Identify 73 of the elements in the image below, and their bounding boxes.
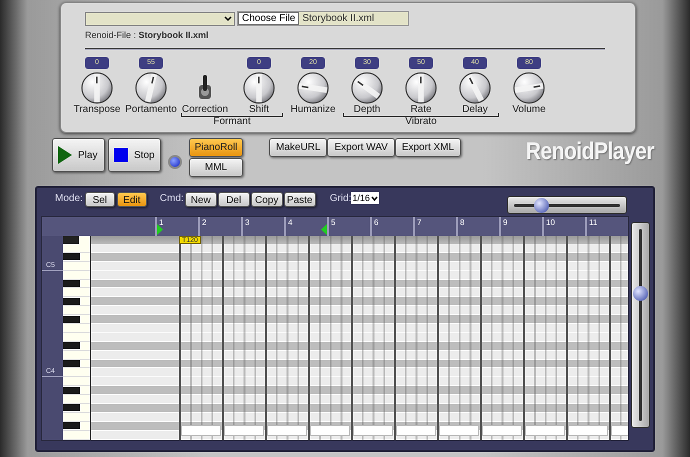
triangle-marker-icon[interactable] xyxy=(321,224,327,235)
knob-label: Delay xyxy=(462,104,488,116)
slider-thumb[interactable] xyxy=(534,198,548,212)
export-button[interactable]: MakeURL xyxy=(269,138,328,157)
choose-file-button[interactable]: Choose File xyxy=(238,12,300,25)
measure-number: 7 xyxy=(417,217,422,229)
note-block[interactable] xyxy=(181,424,221,436)
zoom-slider[interactable] xyxy=(507,196,627,214)
export-button[interactable]: Export XML xyxy=(394,138,462,157)
knob-label: Depth xyxy=(354,104,380,116)
measure-number: 11 xyxy=(589,217,598,229)
measure-number: 1 xyxy=(159,217,164,229)
note-block[interactable] xyxy=(525,424,565,436)
measure-number: 8 xyxy=(460,217,464,229)
switch-label: Correction xyxy=(182,104,228,116)
triangle-marker-icon[interactable] xyxy=(157,224,163,235)
knob-label: Humanize xyxy=(290,104,336,116)
measure-number: 5 xyxy=(331,217,336,229)
measure-number: 3 xyxy=(245,217,250,229)
knob[interactable] xyxy=(459,72,491,104)
cmd-label: Cmd: xyxy=(160,192,184,206)
knob-label: Volume xyxy=(512,104,546,116)
note-block[interactable] xyxy=(224,424,264,436)
group-label: Vibrato xyxy=(405,116,437,126)
command-button[interactable]: Del xyxy=(218,192,250,207)
command-button[interactable]: Copy xyxy=(250,192,283,207)
group-label: Formant xyxy=(213,116,251,126)
file-name: Storybook II.xml xyxy=(302,12,374,26)
note-block[interactable] xyxy=(396,424,436,436)
export-button[interactable]: Export WAV xyxy=(327,138,395,157)
play-icon xyxy=(58,146,72,164)
app-logo: RenoidPlayer xyxy=(526,137,654,167)
view-tab[interactable]: MML xyxy=(189,158,243,177)
knob[interactable] xyxy=(243,72,275,104)
stop-button[interactable]: Stop xyxy=(108,138,161,172)
play-button[interactable]: Play xyxy=(52,138,105,172)
view-tab[interactable]: PianoRoll xyxy=(189,138,243,157)
note-block[interactable] xyxy=(353,424,393,436)
file-select[interactable] xyxy=(85,12,235,26)
measure-number: 4 xyxy=(288,217,292,229)
knob[interactable] xyxy=(351,72,383,104)
knob-label: Rate xyxy=(410,104,432,116)
command-button[interactable]: Paste xyxy=(284,192,316,207)
knob[interactable] xyxy=(81,72,113,104)
measure-number: 9 xyxy=(503,217,508,229)
chevron-down-icon xyxy=(370,196,378,200)
knob[interactable] xyxy=(297,72,329,104)
knob-label: Portamento xyxy=(125,104,177,116)
measure-number: 10 xyxy=(546,217,555,229)
mode-label: Mode: xyxy=(55,192,83,206)
piano-keyboard[interactable] xyxy=(63,236,91,440)
knob[interactable] xyxy=(405,72,437,104)
stop-icon xyxy=(114,148,128,162)
note-block[interactable] xyxy=(439,424,479,436)
knob-label: Transpose xyxy=(74,104,120,116)
renoid-file-text: Renoid-File : Storybook II.xml xyxy=(85,29,210,42)
note-block[interactable] xyxy=(267,424,307,436)
note-block[interactable] xyxy=(482,424,522,436)
mode-button[interactable]: Sel xyxy=(84,192,115,207)
knob[interactable] xyxy=(135,72,167,104)
chevron-down-icon xyxy=(224,16,232,22)
mode-button[interactable]: Edit xyxy=(116,192,147,207)
command-button[interactable]: New xyxy=(184,192,217,207)
measure-number: 2 xyxy=(202,217,206,229)
vertical-slider[interactable] xyxy=(631,222,650,428)
measure-number: 6 xyxy=(374,217,378,229)
grid-label: Grid: xyxy=(330,192,352,206)
slider-thumb[interactable] xyxy=(633,286,648,302)
knob[interactable] xyxy=(513,72,545,104)
note-block[interactable] xyxy=(568,424,608,436)
knob-label: Shift xyxy=(248,104,269,116)
note-block[interactable] xyxy=(310,424,350,436)
grid-select[interactable]: 1/16 xyxy=(351,192,379,204)
